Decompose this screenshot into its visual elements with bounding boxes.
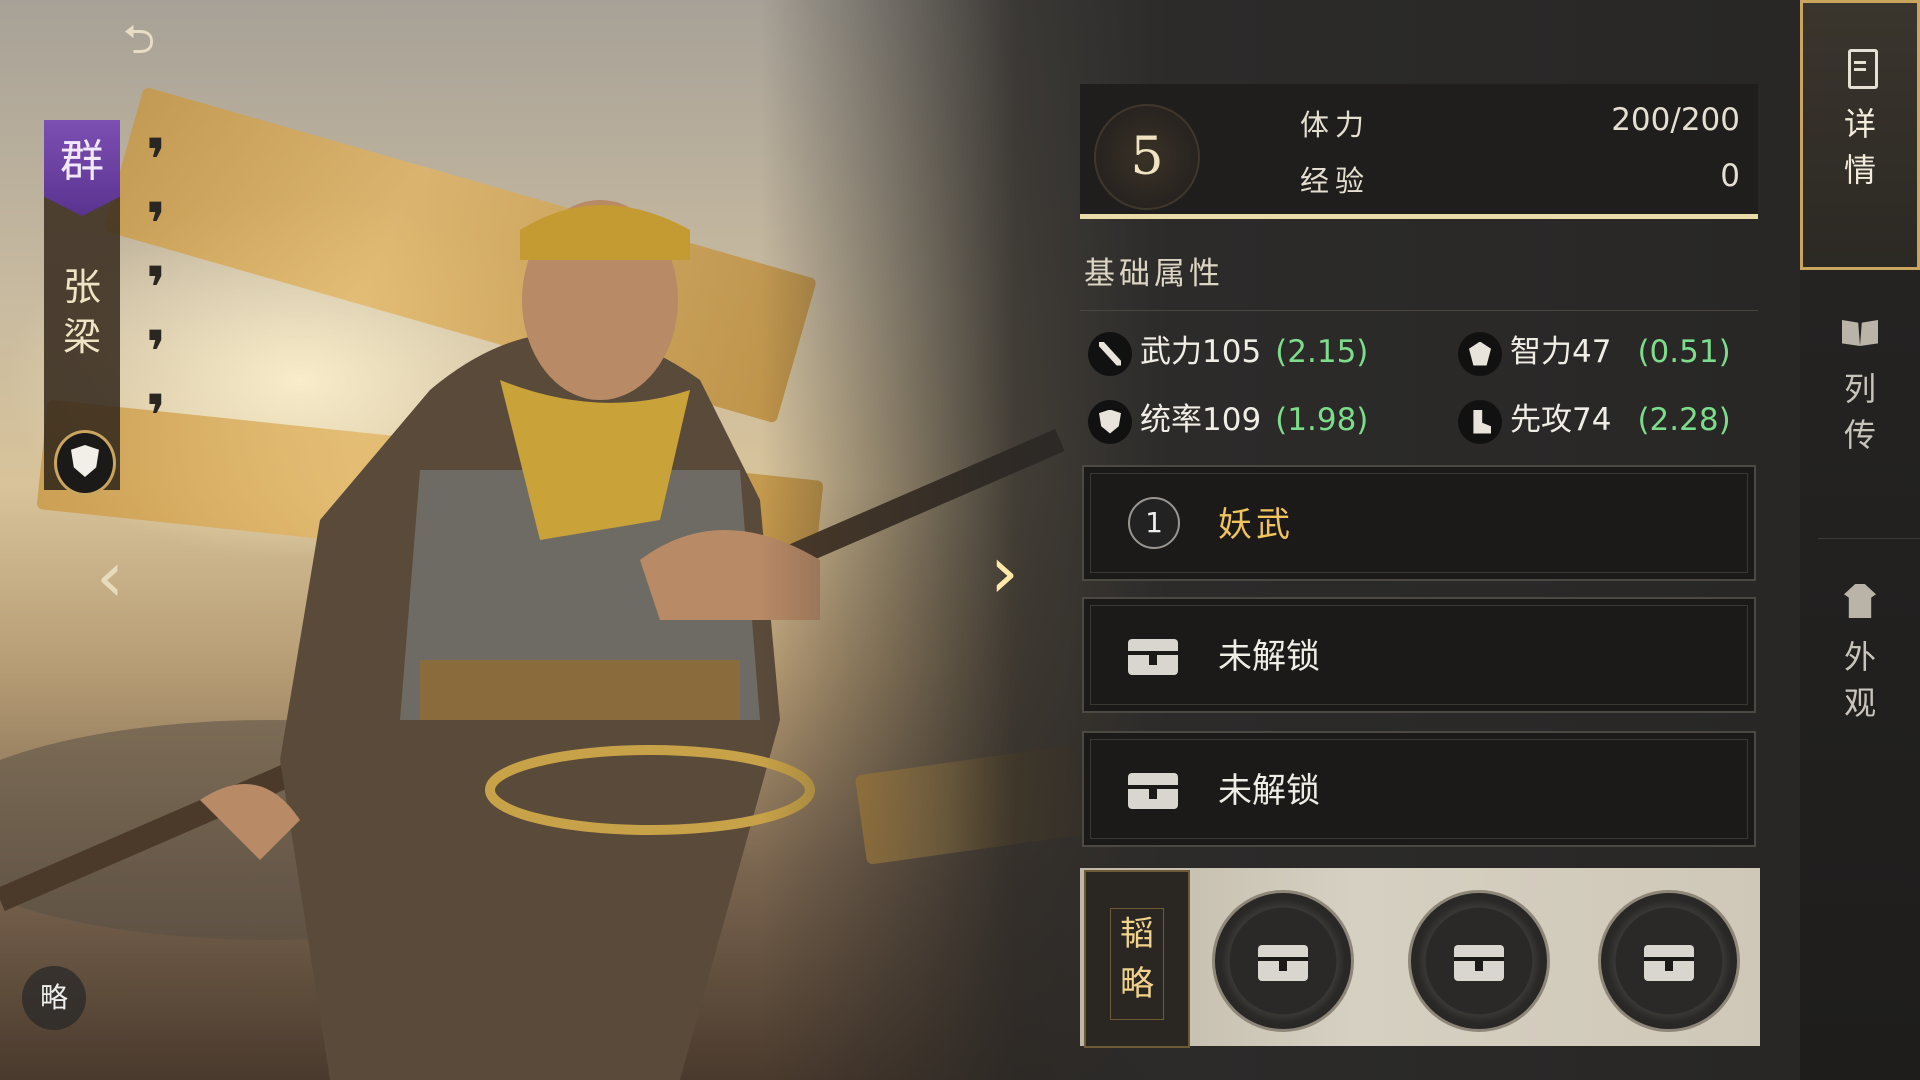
attribute-value: 74	[1572, 402, 1612, 438]
attribute-intelligence[interactable]: 智力47 (0.51)	[1458, 330, 1731, 376]
previous-hero-arrow-icon[interactable]: ‹	[96, 536, 124, 618]
tab-label-char: 情	[1843, 151, 1876, 189]
tab-biography[interactable]: 列 传	[1800, 312, 1920, 458]
hero-name-char: 梁	[62, 315, 101, 359]
tab-appearance[interactable]: 外 观	[1800, 580, 1920, 726]
lock-icon	[1644, 937, 1694, 981]
tab-label: 列 传	[1800, 366, 1920, 458]
attribute-label: 统率	[1140, 402, 1202, 438]
skill-slot-2[interactable]: 未解锁	[1082, 597, 1756, 713]
level-badge: 5	[1094, 104, 1200, 210]
skill-name: 未解锁	[1218, 637, 1320, 677]
attribute-label: 先攻	[1510, 402, 1572, 438]
tab-label: 外 观	[1800, 634, 1920, 726]
lock-icon	[1258, 937, 1308, 981]
shield-icon	[1088, 399, 1132, 444]
attribute-growth: (2.15)	[1275, 334, 1369, 370]
clipboard-icon	[1840, 47, 1880, 89]
attribute-label: 智力	[1510, 334, 1572, 370]
experience-row: 经验 0	[1300, 158, 1740, 202]
experience-value: 0	[1720, 158, 1740, 194]
stamina-label: 体力	[1300, 108, 1371, 142]
strategy-label-char: 韬	[1120, 914, 1154, 954]
stamina-row: 体力 200/200	[1300, 102, 1740, 146]
skill-slot-1[interactable]: 1 妖武	[1082, 465, 1756, 581]
attribute-command[interactable]: 统率109 (1.98)	[1088, 398, 1369, 444]
tab-label-char: 外	[1843, 638, 1876, 676]
stamina-value: 200/200	[1611, 102, 1740, 138]
boot-icon	[1458, 399, 1502, 444]
tab-label: 详 情	[1803, 101, 1917, 193]
lock-icon	[1454, 937, 1504, 981]
strategy-slot-3[interactable]	[1598, 890, 1740, 1032]
strategy-label-char: 略	[1120, 964, 1154, 1004]
skill-name: 未解锁	[1218, 771, 1320, 811]
next-hero-arrow-icon[interactable]: ›	[990, 530, 1019, 614]
sword-icon	[1088, 331, 1132, 376]
lock-icon	[1128, 765, 1178, 809]
book-icon	[1840, 312, 1880, 352]
attribute-label: 武力	[1140, 334, 1202, 370]
attribute-value: 47	[1572, 334, 1612, 370]
tab-label-char: 列	[1843, 370, 1876, 408]
attribute-force[interactable]: 武力105 (2.15)	[1088, 330, 1369, 376]
skill-slot-3[interactable]: 未解锁	[1082, 731, 1756, 847]
back-button[interactable]: ⮌	[96, 14, 182, 66]
skill-name: 妖武	[1218, 505, 1294, 545]
strategy-slot-2[interactable]	[1408, 890, 1550, 1032]
robe-icon	[1840, 580, 1880, 620]
mark-icon: ❜	[146, 318, 167, 386]
tab-label-char: 详	[1843, 105, 1876, 143]
brain-icon	[1458, 331, 1502, 376]
strategy-label-box: 韬 略	[1084, 870, 1190, 1048]
mark-icon: ❜	[146, 382, 167, 450]
tab-details[interactable]: 详 情	[1800, 0, 1920, 270]
divider	[1818, 538, 1920, 539]
attribute-growth: (1.98)	[1275, 402, 1369, 438]
mark-icon: ❜	[146, 254, 167, 322]
divider	[1080, 310, 1758, 311]
attribute-growth: (0.51)	[1637, 334, 1731, 370]
hero-name: 张 梁	[44, 262, 120, 362]
attribute-value: 109	[1202, 402, 1262, 438]
side-tab-bar: 详 情 列 传 外 观	[1800, 0, 1920, 1080]
faction-badge: 群	[44, 120, 120, 216]
attribute-initiative[interactable]: 先攻74 (2.28)	[1458, 398, 1731, 444]
strategy-slot-1[interactable]	[1212, 890, 1354, 1032]
attribute-value: 105	[1202, 334, 1262, 370]
mark-icon: ❜	[146, 126, 167, 194]
hero-marks: ❜ ❜ ❜ ❜ ❜	[146, 130, 186, 450]
level-panel: 5 体力 200/200 经验 0	[1080, 84, 1758, 219]
tab-label-char: 传	[1843, 416, 1876, 454]
skill-index-badge: 1	[1128, 497, 1180, 549]
attribute-growth: (2.28)	[1637, 402, 1731, 438]
strategy-button[interactable]: 略	[22, 966, 86, 1030]
strategy-label: 韬 略	[1110, 908, 1164, 1020]
experience-label: 经验	[1300, 164, 1371, 198]
tab-label-char: 观	[1843, 684, 1876, 722]
hero-name-char: 张	[62, 265, 101, 309]
attributes-title: 基础属性	[1084, 256, 1224, 292]
troop-type-icon[interactable]	[54, 430, 116, 496]
mark-icon: ❜	[146, 190, 167, 258]
lock-icon	[1128, 631, 1178, 675]
